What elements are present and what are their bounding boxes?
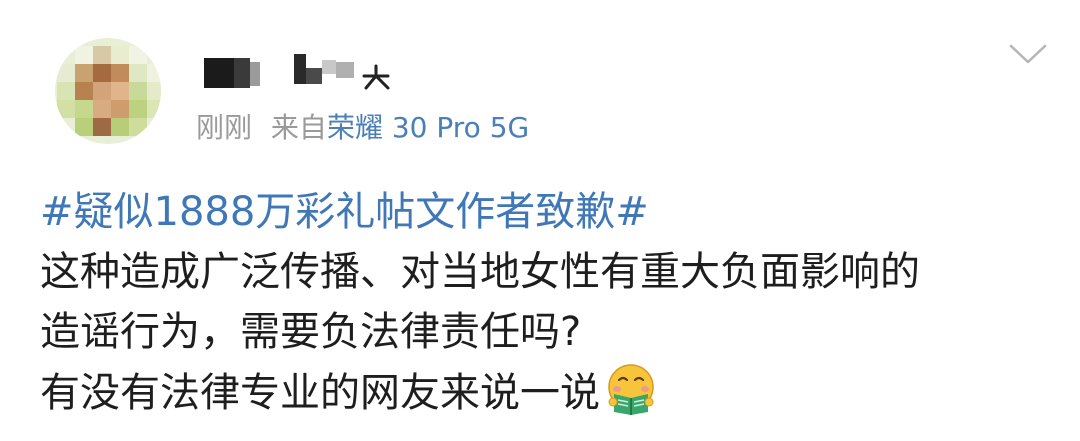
content-line: 造谣行为，需要负法律责任吗? <box>40 309 582 355</box>
chevron-down-icon[interactable] <box>1008 40 1048 70</box>
source-prefix: 来自 <box>270 111 327 144</box>
nerd-reading-emoji-icon <box>608 364 654 415</box>
post-time: 刚刚 <box>196 111 253 144</box>
username-glyph <box>362 64 390 90</box>
content-line: 这种造成广泛传播、对当地女性有重大负面影响的 <box>40 249 920 295</box>
topic-link[interactable]: #疑似1888万彩礼帖文作者致歉# <box>40 182 1050 242</box>
content-line: 有没有法律专业的网友来说一说 <box>40 362 1050 423</box>
content-line-text: 有没有法律专业的网友来说一说 <box>40 370 600 416</box>
weibo-post: 刚刚 来自荣耀 30 Pro 5G #疑似1888万彩礼帖文作者致歉# 这种造成… <box>0 0 1080 441</box>
device-link[interactable]: 荣耀 30 Pro 5G <box>327 111 529 144</box>
username[interactable] <box>196 52 406 92</box>
post-content: #疑似1888万彩礼帖文作者致歉# 这种造成广泛传播、对当地女性有重大负面影响的… <box>40 182 1050 423</box>
post-meta: 刚刚 来自荣耀 30 Pro 5G <box>196 108 529 148</box>
avatar[interactable] <box>55 38 161 144</box>
